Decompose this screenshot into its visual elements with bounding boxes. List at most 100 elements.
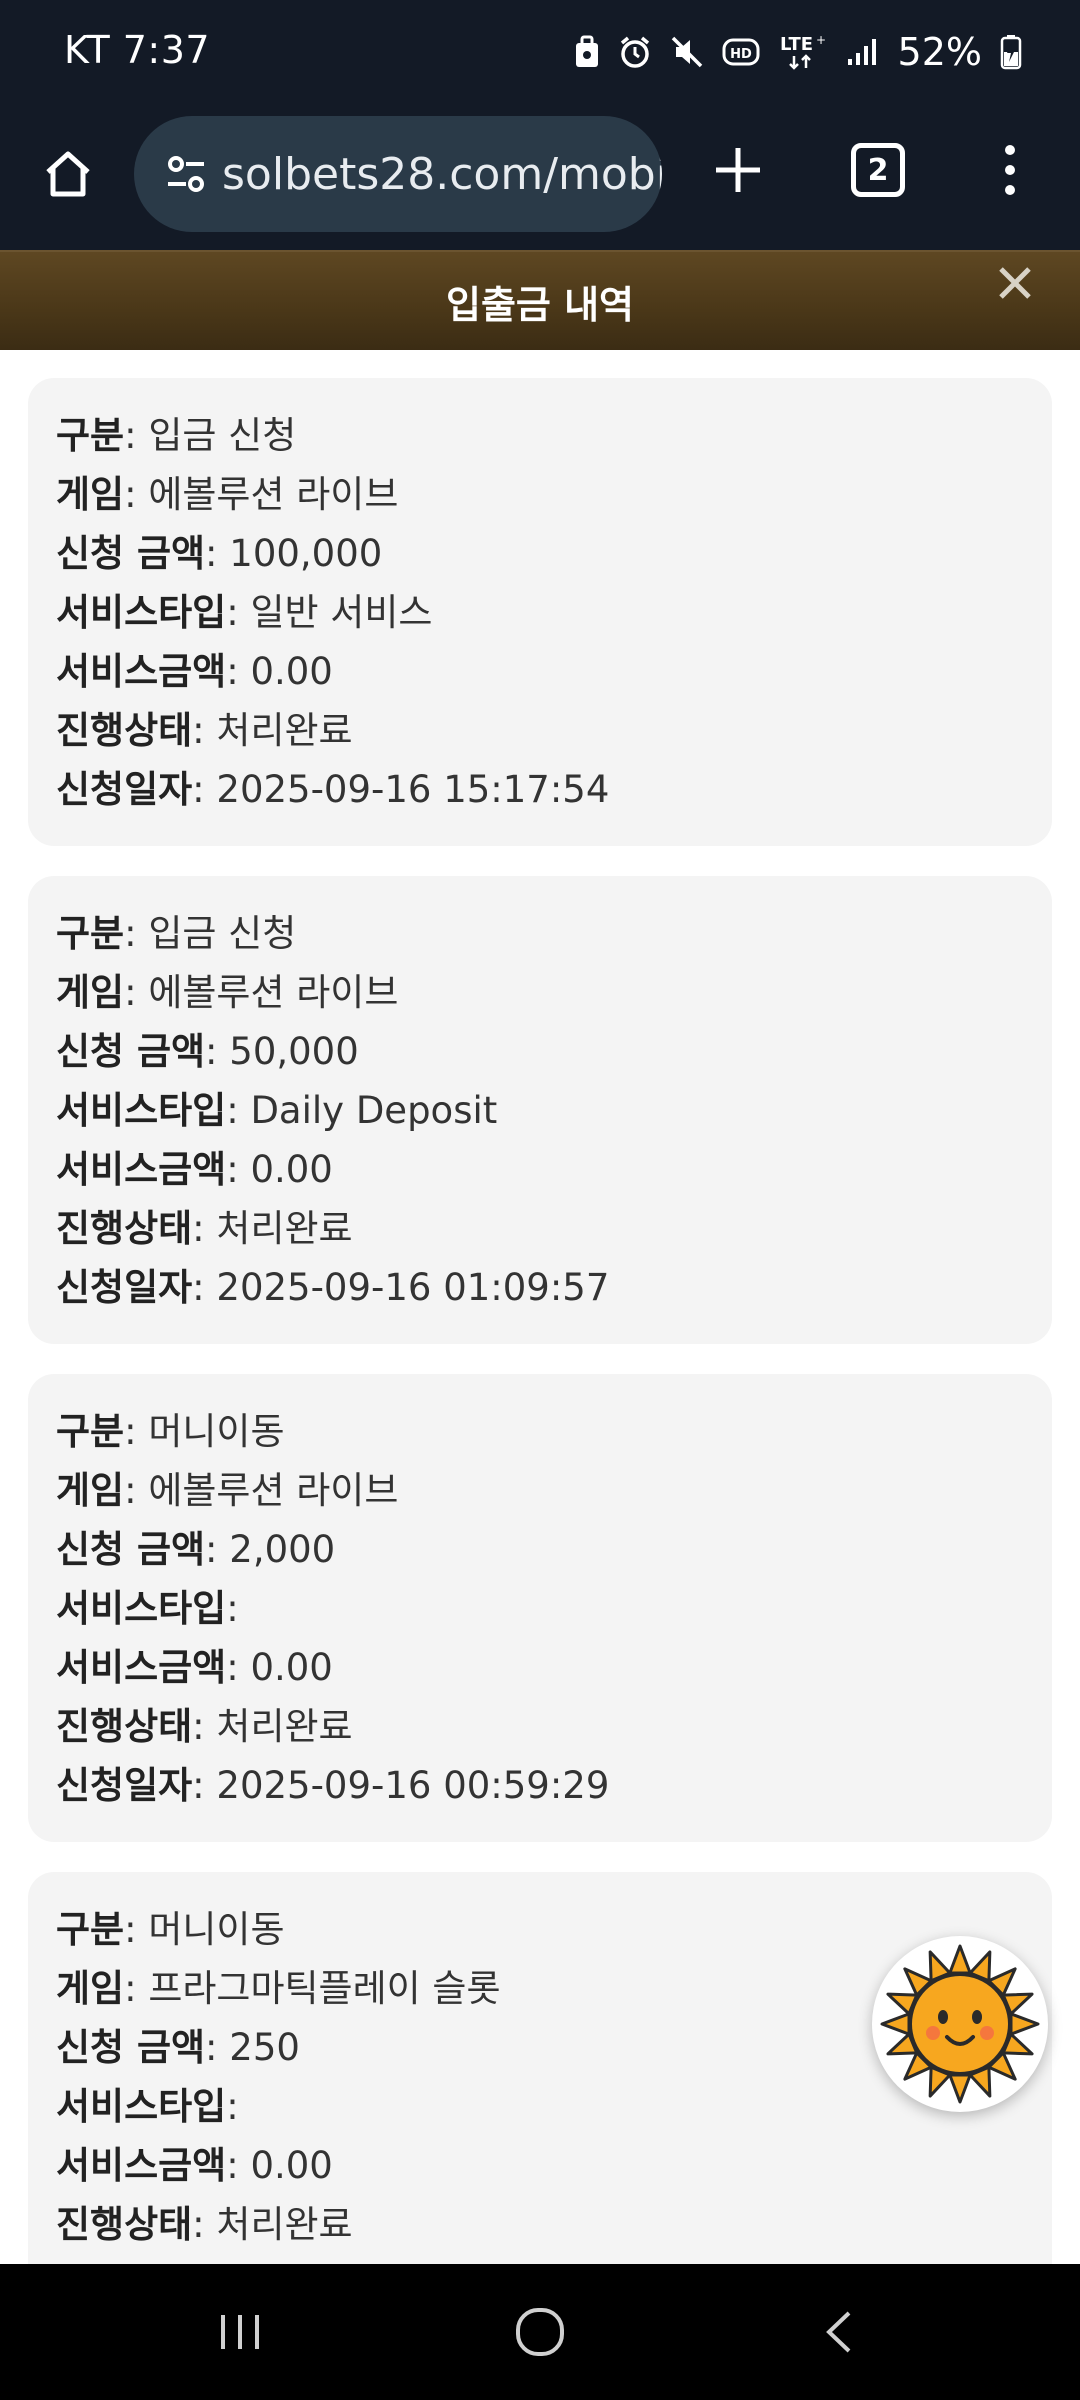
browser-toolbar: solbets28.com/mobile 2 — [0, 106, 1080, 250]
sun-ray — [880, 2012, 911, 2036]
browser-menu-button[interactable] — [972, 132, 1048, 208]
battery-icon — [1000, 34, 1022, 70]
new-tab-button[interactable] — [700, 132, 776, 208]
transaction-card: 구분: 입금 신청 게임: 에볼루션 라이브 신청 금액: 50,000 서비스… — [28, 876, 1052, 1344]
field-value: 머니이동 — [148, 1410, 285, 1453]
field-amount: 신청 금액: 2,000 — [56, 1528, 336, 1571]
sun-ray — [948, 1944, 972, 1975]
field-service-type: 서비스타입: — [56, 1587, 239, 1630]
field-value: 처리완료 — [216, 709, 353, 752]
home-button[interactable] — [30, 136, 106, 212]
field-label: 신청 금액 — [56, 1528, 206, 1571]
signal-icon — [846, 37, 876, 67]
field-label: 진행상태 — [56, 1705, 193, 1748]
field-value: 0.00 — [250, 2144, 333, 2187]
transaction-card: 구분: 머니이동 게임: 에볼루션 라이브 신청 금액: 2,000 서비스타입… — [28, 1374, 1052, 1842]
recent-apps-button[interactable] — [200, 2292, 280, 2372]
vpn-icon — [574, 35, 600, 69]
field-value: 입금 신청 — [148, 912, 297, 955]
lte-icon: LTE + — [778, 32, 828, 72]
modal-title: 입출금 내역 — [445, 283, 635, 327]
field-service-amount: 서비스금액: 0.00 — [56, 650, 333, 693]
field-value: 2025-09-16 00:59:29 — [216, 1764, 610, 1807]
field-service-amount: 서비스금액: 0.00 — [56, 1148, 333, 1191]
field-value: 에볼루션 라이브 — [148, 1469, 399, 1512]
status-bar: KT 7:37 HD LTE + 52% — [0, 0, 1080, 106]
url-text: solbets28.com/mobile — [222, 148, 662, 200]
address-bar[interactable]: solbets28.com/mobile — [134, 116, 662, 232]
more-vert-icon — [1005, 145, 1015, 195]
plus-icon — [716, 148, 760, 192]
field-value: 250 — [229, 2026, 300, 2069]
back-icon — [826, 2311, 851, 2353]
field-value: Daily Deposit — [250, 1089, 498, 1132]
field-value: 0.00 — [250, 650, 333, 693]
field-value: 입금 신청 — [148, 414, 297, 457]
home-icon — [46, 151, 90, 197]
field-label: 게임 — [56, 1469, 125, 1512]
field-value: 에볼루션 라이브 — [148, 971, 399, 1014]
field-label: 게임 — [56, 473, 125, 516]
recents-icon — [221, 2315, 259, 2349]
close-icon — [999, 267, 1031, 299]
field-service-type: 서비스타입: 일반 서비스 — [56, 591, 433, 634]
field-service-type: 서비스타입: Daily Deposit — [56, 1089, 498, 1132]
field-date: 신청일자: 2025-09-16 00:59:29 — [56, 1764, 610, 1807]
field-label: 구분 — [56, 414, 125, 457]
field-type: 구분: 머니이동 — [56, 1410, 285, 1453]
field-date: 신청일자: 2025-09-16 01:09:57 — [56, 1266, 610, 1309]
field-label: 서비스금액 — [56, 1148, 227, 1191]
battery-percent: 52% — [897, 30, 982, 74]
field-type: 구분: 입금 신청 — [56, 912, 297, 955]
field-value: 처리완료 — [216, 1207, 353, 1250]
field-label: 진행상태 — [56, 2203, 193, 2246]
close-button[interactable] — [990, 258, 1040, 308]
field-value: 2,000 — [229, 1528, 336, 1571]
field-value: 에볼루션 라이브 — [148, 473, 399, 516]
hd-icon: HD — [722, 37, 760, 67]
field-date: 신청일자: 2025-09-16 15:17:54 — [56, 768, 610, 811]
field-label: 구분 — [56, 1410, 125, 1453]
home-circle-icon — [516, 2308, 564, 2356]
field-label: 진행상태 — [56, 709, 193, 752]
field-label: 신청 금액 — [56, 2026, 206, 2069]
system-nav-bar — [0, 2264, 1080, 2400]
site-settings-icon[interactable] — [162, 146, 210, 202]
transaction-card: 구분: 입금 신청 게임: 에볼루션 라이브 신청 금액: 100,000 서비… — [28, 378, 1052, 846]
field-label: 신청 금액 — [56, 532, 206, 575]
field-value: 0.00 — [250, 1148, 333, 1191]
field-label: 진행상태 — [56, 1207, 193, 1250]
status-time: KT 7:37 — [64, 28, 211, 72]
field-label: 서비스금액 — [56, 2144, 227, 2187]
field-value: 2025-09-16 15:17:54 — [216, 768, 610, 811]
alarm-icon — [618, 35, 652, 69]
floating-chat-button[interactable] — [872, 1936, 1048, 2112]
field-service-amount: 서비스금액: 0.00 — [56, 1646, 333, 1689]
tab-switcher-button[interactable]: 2 — [840, 132, 916, 208]
mute-icon — [670, 35, 704, 69]
sun-icon — [880, 1944, 1040, 2104]
field-value: 50,000 — [229, 1030, 359, 1073]
field-label: 서비스타입 — [56, 2085, 227, 2128]
back-button[interactable] — [800, 2292, 880, 2372]
svg-text:+: + — [816, 33, 826, 47]
field-value: 일반 서비스 — [250, 591, 433, 634]
field-label: 신청일자 — [56, 1266, 193, 1309]
field-status: 진행상태: 처리완료 — [56, 1705, 353, 1748]
field-type: 구분: 입금 신청 — [56, 414, 297, 457]
field-game: 게임: 에볼루션 라이브 — [56, 473, 399, 516]
svg-text:HD: HD — [730, 47, 752, 62]
sun-ray — [1009, 2012, 1040, 2036]
sun-ray — [948, 2073, 972, 2104]
home-nav-button[interactable] — [500, 2292, 580, 2372]
field-label: 서비스금액 — [56, 650, 227, 693]
field-status: 진행상태: 처리완료 — [56, 709, 353, 752]
field-label: 서비스타입 — [56, 591, 227, 634]
field-value: 프라그마틱플레이 슬롯 — [148, 1967, 501, 2010]
field-status: 진행상태: 처리완료 — [56, 1207, 353, 1250]
field-label: 신청일자 — [56, 768, 193, 811]
field-label: 구분 — [56, 912, 125, 955]
field-value: 100,000 — [229, 532, 383, 575]
field-value: 2025-09-16 01:09:57 — [216, 1266, 610, 1309]
field-label: 서비스타입 — [56, 1089, 227, 1132]
